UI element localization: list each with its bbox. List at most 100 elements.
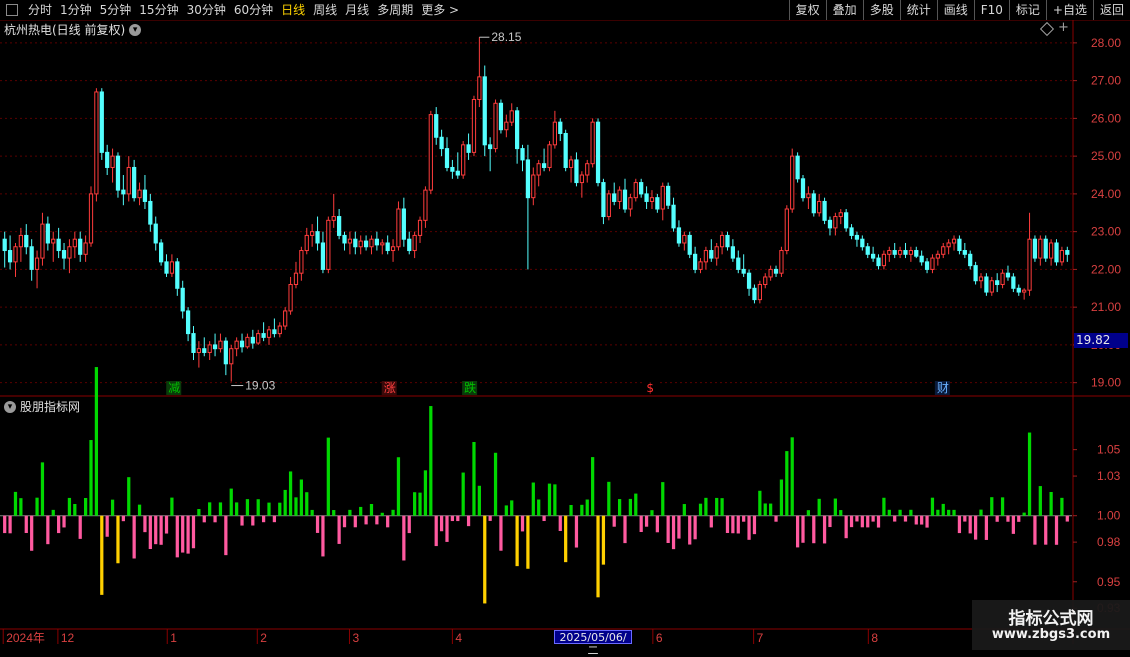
indicator-bar xyxy=(396,457,401,516)
indicator-bar xyxy=(137,504,142,516)
candle-body xyxy=(682,234,687,244)
candle-body xyxy=(331,216,336,221)
candle-body xyxy=(957,238,962,252)
indicator-bar xyxy=(828,515,832,528)
indicator-bar xyxy=(893,515,897,522)
candle-body xyxy=(951,238,957,244)
indicator-bar xyxy=(483,515,487,604)
candle-body xyxy=(784,208,789,252)
candle-body xyxy=(795,155,800,180)
indicator-bar xyxy=(655,515,659,533)
candle-body xyxy=(29,246,34,270)
indicator-bar xyxy=(866,515,870,528)
indicator-bar xyxy=(1027,432,1032,516)
indicator-bar xyxy=(941,503,945,516)
candle-body xyxy=(790,155,795,210)
price-axis-label: 19.00 xyxy=(1091,376,1121,390)
high-price-label: 28.15 xyxy=(491,30,521,44)
candle-body xyxy=(1011,276,1016,289)
indicator-bar xyxy=(936,509,940,516)
candle-body xyxy=(536,163,541,176)
candle-body xyxy=(51,238,56,244)
candle-body xyxy=(968,253,973,267)
indicator-bar xyxy=(19,498,23,516)
candle-body xyxy=(860,238,865,248)
indicator-bar xyxy=(731,515,735,534)
candle-body xyxy=(660,185,665,210)
indicator-bar xyxy=(607,481,611,516)
indicator-bar xyxy=(644,515,649,527)
candle-body xyxy=(693,253,698,270)
indicator-bar xyxy=(666,515,670,543)
indicator-bar xyxy=(990,497,994,516)
candle-body xyxy=(380,242,385,246)
indicator-bar xyxy=(202,515,206,523)
indicator-bar xyxy=(849,515,854,528)
indicator-bar xyxy=(418,492,422,516)
indicator-bar xyxy=(968,515,972,534)
indicator-bar xyxy=(1006,515,1010,522)
candle-body xyxy=(299,250,304,274)
candle-body xyxy=(639,182,644,195)
candle-body xyxy=(471,99,477,153)
indicator-bar xyxy=(429,406,433,516)
indicator-bar xyxy=(321,515,325,557)
candle-body xyxy=(817,200,822,214)
indicator-bar xyxy=(121,515,125,522)
indicator-bar xyxy=(779,479,784,516)
candle-body xyxy=(407,238,412,252)
candle-body xyxy=(698,261,703,270)
indicator-bar xyxy=(375,515,379,525)
candle-body xyxy=(353,238,358,248)
candle-body xyxy=(272,329,277,335)
candle-body xyxy=(7,250,13,263)
indicator-bar xyxy=(1065,515,1069,522)
candle-body xyxy=(978,276,984,282)
candle-body xyxy=(212,344,218,350)
candle-body xyxy=(175,261,180,289)
candle-body xyxy=(709,250,714,259)
candle-body xyxy=(229,348,234,365)
indicator-bar xyxy=(871,515,875,522)
candle-body xyxy=(105,151,110,168)
candle-body xyxy=(493,102,498,150)
candle-body xyxy=(617,189,622,202)
indicator-bar xyxy=(100,515,104,595)
chart-canvas[interactable]: 28.0027.0026.0025.0024.0023.0022.0021.00… xyxy=(0,0,1130,650)
indicator-bar xyxy=(822,515,827,544)
indicator-bar xyxy=(957,515,962,534)
candle-body xyxy=(337,216,342,236)
candle-body xyxy=(121,189,126,195)
indicator-bar xyxy=(493,452,498,516)
candle-body xyxy=(865,246,870,255)
indicator-bar xyxy=(181,515,185,553)
candle-body xyxy=(811,193,816,214)
candle-body xyxy=(827,219,833,229)
indicator-bar xyxy=(364,515,368,525)
candle-body xyxy=(612,193,617,202)
indicator-bar xyxy=(46,515,50,545)
indicator-bar xyxy=(62,515,66,528)
candle-body xyxy=(428,114,433,191)
indicator-bar xyxy=(1011,515,1015,534)
indicator-bar xyxy=(380,512,384,516)
candle-body xyxy=(671,204,676,229)
indicator-bar xyxy=(547,483,552,516)
indicator-axis-label: 0.95 xyxy=(1097,575,1121,589)
date-axis-label: 12 xyxy=(61,631,75,645)
indicator-bar xyxy=(348,509,352,516)
indicator-bar xyxy=(208,502,212,516)
indicator-bar xyxy=(520,515,525,532)
candle-body xyxy=(752,287,757,301)
indicator-bar xyxy=(116,515,120,564)
candle-body xyxy=(1016,287,1021,293)
indicator-bar xyxy=(407,515,411,534)
indicator-bar xyxy=(8,515,12,534)
candle-body xyxy=(385,242,390,252)
candle-body xyxy=(266,329,272,338)
candle-body xyxy=(1032,238,1038,259)
candle-body xyxy=(455,170,460,176)
candle-body xyxy=(1038,238,1043,259)
indicator-bar xyxy=(725,515,730,534)
candle-body xyxy=(844,212,849,229)
